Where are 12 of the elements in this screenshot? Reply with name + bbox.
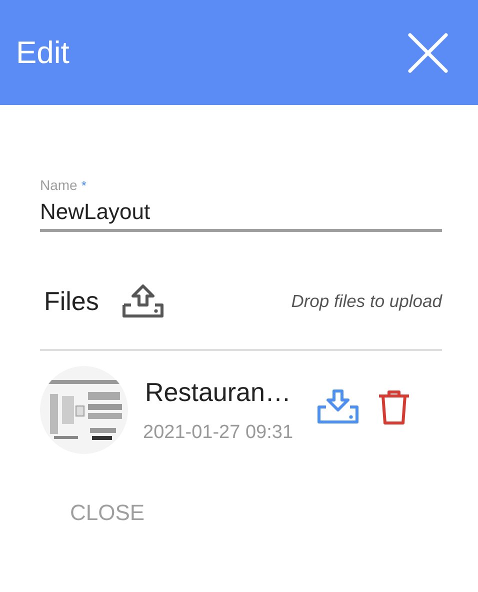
drop-hint: Drop files to upload <box>291 290 442 312</box>
required-mark: * <box>81 178 86 193</box>
file-name: Restauran… <box>145 376 292 408</box>
input-field[interactable]: NewLayout <box>40 199 442 232</box>
file-date: 2021-01-27 09:31 <box>143 422 294 444</box>
download-icon[interactable] <box>317 389 360 425</box>
trash-icon[interactable] <box>377 389 412 425</box>
field-label: Name <box>40 177 78 193</box>
section-heading: Files <box>44 286 99 316</box>
close-icon[interactable] <box>408 32 448 72</box>
window-title: Edit <box>16 34 70 70</box>
upload-icon[interactable] <box>122 283 164 319</box>
